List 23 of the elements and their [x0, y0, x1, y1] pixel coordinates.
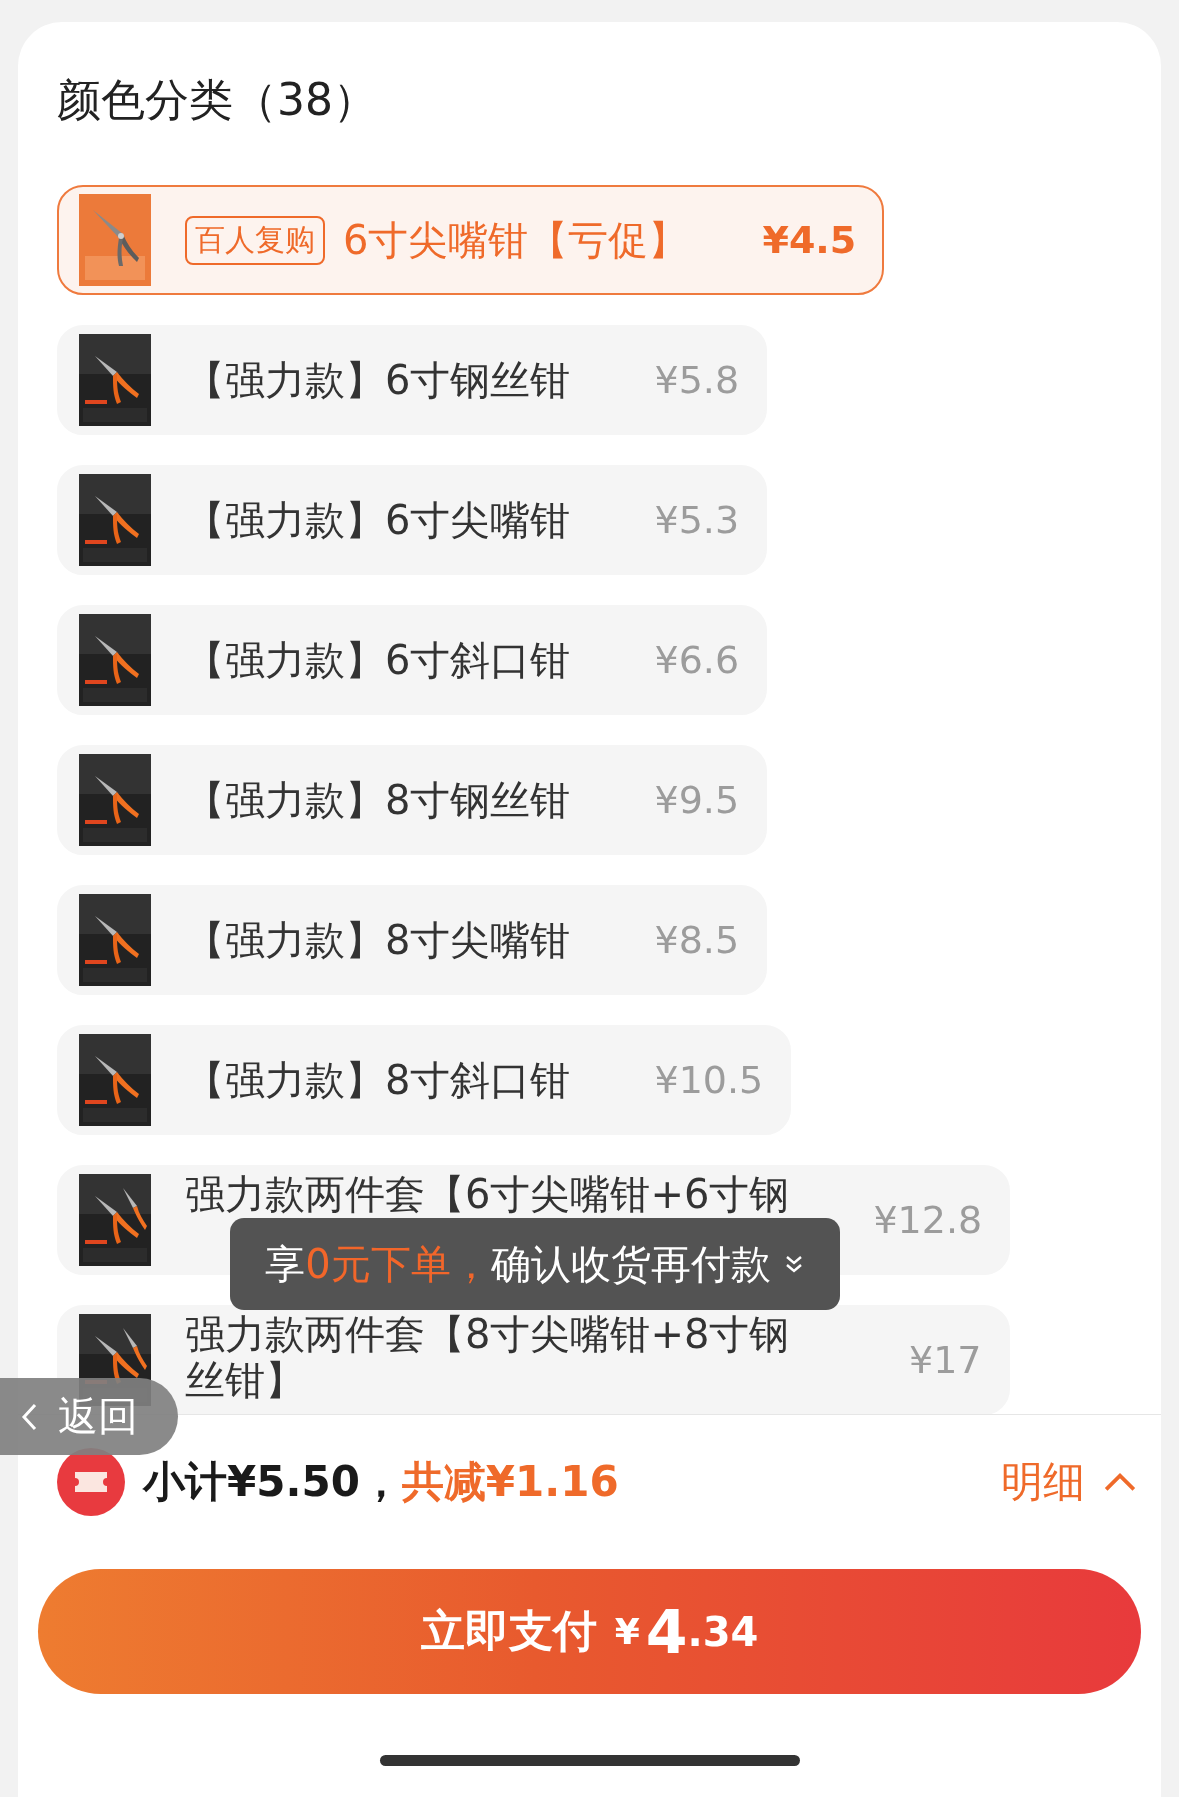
option-price: ¥4.5 — [762, 218, 857, 262]
option-name: 【强力款】8寸钢丝钳 — [185, 777, 571, 823]
option-name: 【强力款】6寸斜口钳 — [185, 637, 571, 683]
section-title: 颜色分类（38） — [57, 73, 378, 127]
discount-text: 共减¥1.16 — [401, 1456, 619, 1508]
toast-message: 享0元下单，确认收货再付款 — [265, 1239, 771, 1289]
option-name: 强力款两件套【6寸尖嘴钳+6寸钢 — [185, 1170, 790, 1217]
option-price: ¥5.8 — [654, 358, 740, 402]
option-name: 【强力款】8寸斜口钳 — [185, 1057, 571, 1103]
option-price: ¥8.5 — [654, 918, 740, 962]
option-name: 【强力款】8寸尖嘴钳 — [185, 917, 571, 963]
option-name: 强力款两件套【8寸尖嘴钳+8寸钢丝钳】 — [185, 1310, 791, 1403]
subtotal-text: 小计¥5.50， — [143, 1456, 402, 1508]
option-price: ¥17 — [909, 1338, 982, 1382]
option-price: ¥5.3 — [654, 498, 740, 542]
option-name: 【强力款】6寸尖嘴钳 — [185, 497, 571, 543]
option-name: 6寸尖嘴钳【亏促】 — [343, 217, 689, 263]
repurchase-tag: 百人复购 — [185, 215, 325, 265]
option-price: ¥6.6 — [654, 638, 740, 682]
option-price: ¥12.8 — [873, 1198, 983, 1242]
option-name: 【强力款】6寸钢丝钳 — [185, 357, 571, 403]
option-price: ¥9.5 — [654, 778, 740, 822]
option-price: ¥10.5 — [654, 1058, 764, 1102]
